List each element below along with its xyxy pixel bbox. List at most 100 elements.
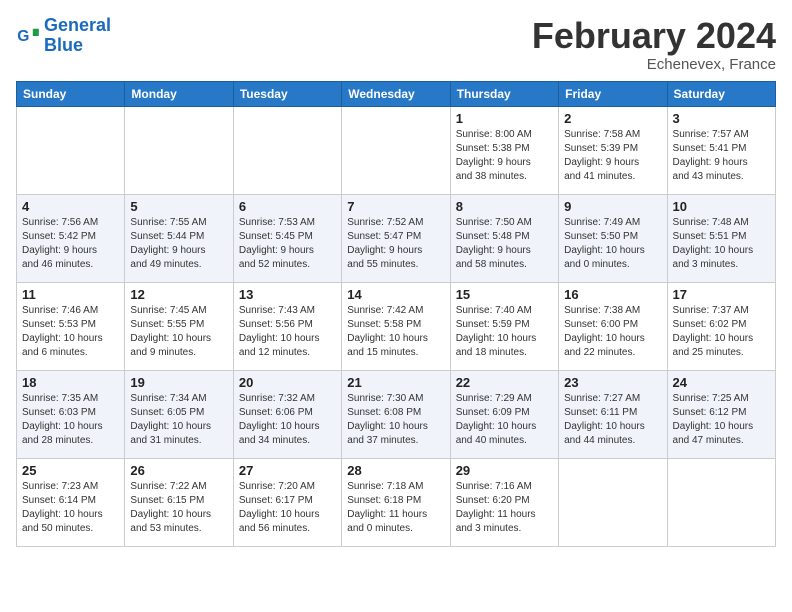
day-number: 29 bbox=[456, 463, 553, 478]
calendar-cell bbox=[233, 106, 341, 194]
calendar-cell: 6 Sunrise: 7:53 AMSunset: 5:45 PMDaylight… bbox=[233, 194, 341, 282]
weekday-header: Friday bbox=[559, 81, 667, 106]
day-number: 16 bbox=[564, 287, 661, 302]
weekday-header: Sunday bbox=[17, 81, 125, 106]
day-info: Sunrise: 7:18 AMSunset: 6:18 PMDaylight:… bbox=[347, 480, 444, 536]
day-info: Sunrise: 7:25 AMSunset: 6:12 PMDaylight:… bbox=[673, 392, 770, 448]
day-info: Sunrise: 7:32 AMSunset: 6:06 PMDaylight:… bbox=[239, 392, 336, 448]
logo-text: General Blue bbox=[44, 16, 111, 56]
day-info: Sunrise: 7:43 AMSunset: 5:56 PMDaylight:… bbox=[239, 304, 336, 360]
day-info: Sunrise: 7:58 AMSunset: 5:39 PMDaylight:… bbox=[564, 128, 661, 184]
calendar-cell: 10Sunrise: 7:48 AMSunset: 5:51 PMDayligh… bbox=[667, 194, 775, 282]
day-number: 24 bbox=[673, 375, 770, 390]
day-info: Sunrise: 7:48 AMSunset: 5:51 PMDaylight:… bbox=[673, 216, 770, 272]
day-info: Sunrise: 7:29 AMSunset: 6:09 PMDaylight:… bbox=[456, 392, 553, 448]
calendar-cell: 24 Sunrise: 7:25 AMSunset: 6:12 PMDayligh… bbox=[667, 370, 775, 458]
weekday-header: Saturday bbox=[667, 81, 775, 106]
day-number: 15 bbox=[456, 287, 553, 302]
calendar-cell bbox=[667, 458, 775, 546]
day-number: 9 bbox=[564, 199, 661, 214]
day-info: Sunrise: 7:52 AMSunset: 5:47 PMDaylight:… bbox=[347, 216, 444, 272]
calendar-table: SundayMondayTuesdayWednesdayThursdayFrid… bbox=[16, 81, 776, 547]
calendar-cell bbox=[17, 106, 125, 194]
calendar-cell: 12 Sunrise: 7:45 AMSunset: 5:55 PMDayligh… bbox=[125, 282, 233, 370]
day-info: Sunrise: 7:27 AMSunset: 6:11 PMDaylight:… bbox=[564, 392, 661, 448]
calendar-cell: 27 Sunrise: 7:20 AMSunset: 6:17 PMDayligh… bbox=[233, 458, 341, 546]
calendar-cell: 3Sunrise: 7:57 AMSunset: 5:41 PMDaylight… bbox=[667, 106, 775, 194]
day-info: Sunrise: 7:49 AMSunset: 5:50 PMDaylight:… bbox=[564, 216, 661, 272]
calendar-cell: 25 Sunrise: 7:23 AMSunset: 6:14 PMDayligh… bbox=[17, 458, 125, 546]
day-info: Sunrise: 7:35 AMSunset: 6:03 PMDaylight:… bbox=[22, 392, 119, 448]
day-number: 1 bbox=[456, 111, 553, 126]
day-number: 18 bbox=[22, 375, 119, 390]
day-number: 6 bbox=[239, 199, 336, 214]
calendar-cell: 14 Sunrise: 7:42 AMSunset: 5:58 PMDayligh… bbox=[342, 282, 450, 370]
day-number: 21 bbox=[347, 375, 444, 390]
day-info: Sunrise: 7:16 AMSunset: 6:20 PMDaylight:… bbox=[456, 480, 553, 536]
day-info: Sunrise: 7:45 AMSunset: 5:55 PMDaylight:… bbox=[130, 304, 227, 360]
calendar-cell: 22 Sunrise: 7:29 AMSunset: 6:09 PMDayligh… bbox=[450, 370, 558, 458]
calendar-title: February 2024 bbox=[532, 16, 776, 56]
calendar-cell: 1 Sunrise: 8:00 AMSunset: 5:38 PMDaylight… bbox=[450, 106, 558, 194]
day-info: Sunrise: 7:38 AMSunset: 6:00 PMDaylight:… bbox=[564, 304, 661, 360]
day-info: Sunrise: 7:20 AMSunset: 6:17 PMDaylight:… bbox=[239, 480, 336, 536]
day-number: 23 bbox=[564, 375, 661, 390]
day-info: Sunrise: 7:50 AMSunset: 5:48 PMDaylight:… bbox=[456, 216, 553, 272]
logo-icon: G bbox=[16, 24, 40, 48]
day-info: Sunrise: 7:22 AMSunset: 6:15 PMDaylight:… bbox=[130, 480, 227, 536]
calendar-cell: 5Sunrise: 7:55 AMSunset: 5:44 PMDaylight… bbox=[125, 194, 233, 282]
day-number: 2 bbox=[564, 111, 661, 126]
weekday-header: Thursday bbox=[450, 81, 558, 106]
day-info: Sunrise: 7:30 AMSunset: 6:08 PMDaylight:… bbox=[347, 392, 444, 448]
day-info: Sunrise: 7:23 AMSunset: 6:14 PMDaylight:… bbox=[22, 480, 119, 536]
calendar-cell: 9 Sunrise: 7:49 AMSunset: 5:50 PMDaylight… bbox=[559, 194, 667, 282]
calendar-cell: 29 Sunrise: 7:16 AMSunset: 6:20 PMDayligh… bbox=[450, 458, 558, 546]
day-number: 4 bbox=[22, 199, 119, 214]
calendar-cell: 23 Sunrise: 7:27 AMSunset: 6:11 PMDayligh… bbox=[559, 370, 667, 458]
day-number: 28 bbox=[347, 463, 444, 478]
day-number: 17 bbox=[673, 287, 770, 302]
day-number: 7 bbox=[347, 199, 444, 214]
day-number: 26 bbox=[130, 463, 227, 478]
calendar-cell: 13Sunrise: 7:43 AMSunset: 5:56 PMDayligh… bbox=[233, 282, 341, 370]
calendar-cell: 11 Sunrise: 7:46 AMSunset: 5:53 PMDayligh… bbox=[17, 282, 125, 370]
calendar-cell bbox=[125, 106, 233, 194]
day-info: Sunrise: 7:56 AMSunset: 5:42 PMDaylight:… bbox=[22, 216, 119, 272]
calendar-cell: 8 Sunrise: 7:50 AMSunset: 5:48 PMDaylight… bbox=[450, 194, 558, 282]
calendar-cell: 2 Sunrise: 7:58 AMSunset: 5:39 PMDaylight… bbox=[559, 106, 667, 194]
svg-text:G: G bbox=[17, 28, 29, 45]
day-info: Sunrise: 7:34 AMSunset: 6:05 PMDaylight:… bbox=[130, 392, 227, 448]
day-number: 27 bbox=[239, 463, 336, 478]
day-number: 14 bbox=[347, 287, 444, 302]
calendar-cell: 7 Sunrise: 7:52 AMSunset: 5:47 PMDaylight… bbox=[342, 194, 450, 282]
day-info: Sunrise: 7:57 AMSunset: 5:41 PMDaylight:… bbox=[673, 128, 770, 184]
title-block: February 2024 Echenevex, France bbox=[532, 16, 776, 73]
day-number: 8 bbox=[456, 199, 553, 214]
calendar-cell: 15 Sunrise: 7:40 AMSunset: 5:59 PMDayligh… bbox=[450, 282, 558, 370]
calendar-cell: 19 Sunrise: 7:34 AMSunset: 6:05 PMDayligh… bbox=[125, 370, 233, 458]
day-number: 22 bbox=[456, 375, 553, 390]
day-info: Sunrise: 7:55 AMSunset: 5:44 PMDaylight:… bbox=[130, 216, 227, 272]
weekday-header: Wednesday bbox=[342, 81, 450, 106]
day-number: 11 bbox=[22, 287, 119, 302]
day-info: Sunrise: 7:46 AMSunset: 5:53 PMDaylight:… bbox=[22, 304, 119, 360]
day-number: 19 bbox=[130, 375, 227, 390]
calendar-cell: 17 Sunrise: 7:37 AMSunset: 6:02 PMDayligh… bbox=[667, 282, 775, 370]
day-info: Sunrise: 8:00 AMSunset: 5:38 PMDaylight:… bbox=[456, 128, 553, 184]
day-info: Sunrise: 7:53 AMSunset: 5:45 PMDaylight:… bbox=[239, 216, 336, 272]
calendar-cell: 21 Sunrise: 7:30 AMSunset: 6:08 PMDayligh… bbox=[342, 370, 450, 458]
day-info: Sunrise: 7:40 AMSunset: 5:59 PMDaylight:… bbox=[456, 304, 553, 360]
day-info: Sunrise: 7:42 AMSunset: 5:58 PMDaylight:… bbox=[347, 304, 444, 360]
calendar-cell: 26 Sunrise: 7:22 AMSunset: 6:15 PMDayligh… bbox=[125, 458, 233, 546]
calendar-cell: 20 Sunrise: 7:32 AMSunset: 6:06 PMDayligh… bbox=[233, 370, 341, 458]
day-number: 25 bbox=[22, 463, 119, 478]
weekday-header: Monday bbox=[125, 81, 233, 106]
calendar-cell: 18 Sunrise: 7:35 AMSunset: 6:03 PMDayligh… bbox=[17, 370, 125, 458]
day-info: Sunrise: 7:37 AMSunset: 6:02 PMDaylight:… bbox=[673, 304, 770, 360]
calendar-subtitle: Echenevex, France bbox=[532, 56, 776, 73]
calendar-cell bbox=[342, 106, 450, 194]
weekday-header: Tuesday bbox=[233, 81, 341, 106]
calendar-cell: 28 Sunrise: 7:18 AMSunset: 6:18 PMDayligh… bbox=[342, 458, 450, 546]
day-number: 12 bbox=[130, 287, 227, 302]
day-number: 20 bbox=[239, 375, 336, 390]
